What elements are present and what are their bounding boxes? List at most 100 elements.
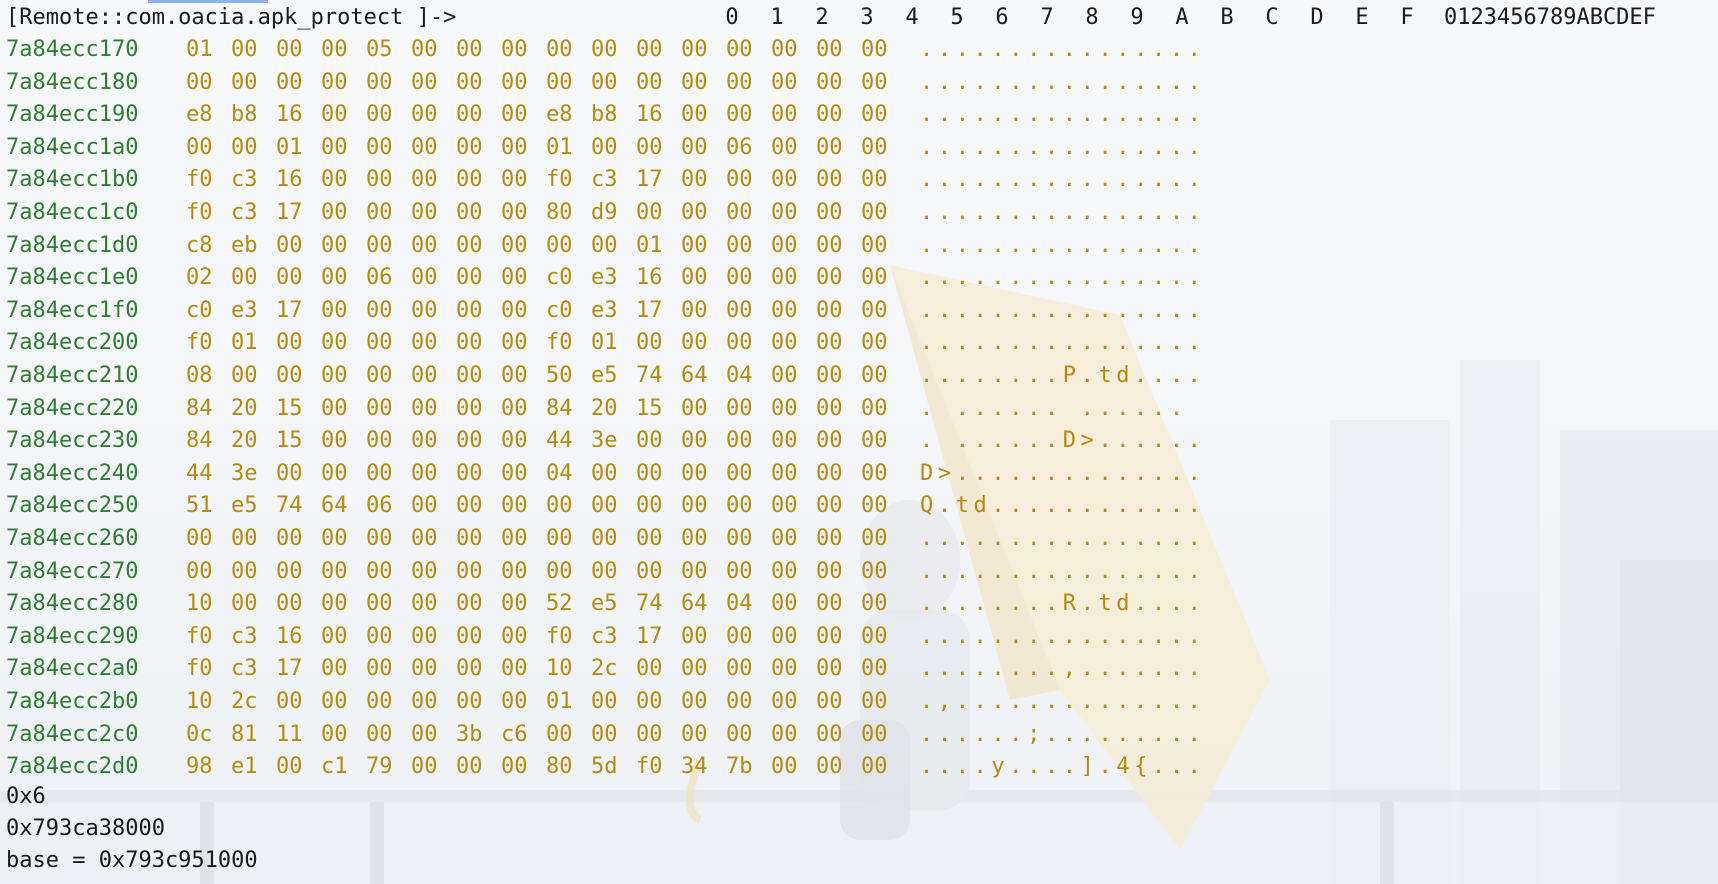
hex-byte: 00: [681, 330, 708, 355]
hex-byte: 00: [771, 265, 798, 290]
row-address: 7a84ecc1e0: [6, 265, 139, 290]
hex-byte: 00: [276, 559, 303, 584]
hex-byte: 00: [501, 70, 528, 95]
row-ascii: ................: [920, 167, 1206, 192]
hex-byte: 15: [636, 396, 663, 421]
column-header-b: B: [1220, 5, 1234, 30]
hex-byte: 10: [186, 591, 213, 616]
hex-byte: f0: [186, 330, 213, 355]
hex-byte: 00: [771, 428, 798, 453]
row-ascii: ................: [920, 526, 1206, 551]
hex-byte: 01: [546, 689, 573, 714]
hex-byte: 00: [681, 233, 708, 258]
hex-byte: eb: [231, 233, 258, 258]
hex-byte: 00: [726, 493, 753, 518]
hex-byte: 00: [681, 428, 708, 453]
hex-byte: e5: [591, 363, 618, 388]
hex-byte: 00: [456, 102, 483, 127]
hex-byte: 00: [861, 233, 888, 258]
hex-byte: 00: [411, 428, 438, 453]
hex-byte: 00: [771, 559, 798, 584]
hex-byte: 00: [501, 526, 528, 551]
hex-byte: 00: [501, 689, 528, 714]
hex-byte: c6: [501, 722, 528, 747]
hex-byte: d9: [591, 200, 618, 225]
hex-byte: c8: [186, 233, 213, 258]
row-address: 7a84ecc1d0: [6, 233, 139, 258]
hex-byte: 00: [366, 135, 393, 160]
hex-byte: e8: [186, 102, 213, 127]
hex-byte: 00: [681, 559, 708, 584]
hex-byte: 00: [861, 330, 888, 355]
column-header-8: 8: [1085, 5, 1099, 30]
hex-byte: 00: [411, 722, 438, 747]
hex-byte: 00: [861, 102, 888, 127]
hex-byte: 00: [546, 493, 573, 518]
column-header-9: 9: [1130, 5, 1144, 30]
hex-byte: 06: [726, 135, 753, 160]
hex-byte: 00: [456, 754, 483, 779]
hex-byte: 00: [636, 37, 663, 62]
hex-byte: 00: [321, 461, 348, 486]
hex-byte: c3: [231, 167, 258, 192]
hex-byte: 00: [366, 233, 393, 258]
row-ascii: ....y....].4{...: [920, 754, 1206, 779]
hex-byte: 74: [636, 591, 663, 616]
hex-byte: 00: [816, 526, 843, 551]
column-header-0: 0: [725, 5, 739, 30]
hex-byte: 3e: [231, 461, 258, 486]
hex-byte: 00: [231, 559, 258, 584]
hex-byte: 17: [276, 298, 303, 323]
column-header-7: 7: [1040, 5, 1054, 30]
hex-byte: c0: [546, 298, 573, 323]
hex-byte: f0: [186, 167, 213, 192]
hex-byte: 00: [501, 102, 528, 127]
hex-byte: 00: [276, 233, 303, 258]
hex-byte: 00: [321, 689, 348, 714]
hex-byte: 00: [501, 624, 528, 649]
hex-byte: 00: [321, 37, 348, 62]
hex-byte: 00: [546, 233, 573, 258]
row-address: 7a84ecc2c0: [6, 722, 139, 747]
hex-byte: 00: [861, 526, 888, 551]
hex-byte: 00: [546, 559, 573, 584]
row-address: 7a84ecc180: [6, 70, 139, 95]
hex-byte: 64: [681, 363, 708, 388]
hex-byte: 00: [456, 233, 483, 258]
hex-byte: 98: [186, 754, 213, 779]
hex-byte: 05: [366, 37, 393, 62]
hex-byte: 00: [231, 70, 258, 95]
hex-byte: 00: [681, 396, 708, 421]
hex-byte: 00: [636, 461, 663, 486]
hex-byte: 00: [501, 461, 528, 486]
hex-byte: 00: [591, 70, 618, 95]
row-ascii: ................: [920, 200, 1206, 225]
hex-byte: 00: [681, 200, 708, 225]
hex-byte: 15: [276, 396, 303, 421]
row-ascii: ................: [920, 330, 1206, 355]
hex-byte: e8: [546, 102, 573, 127]
hex-byte: 00: [276, 37, 303, 62]
row-ascii: ................: [920, 559, 1206, 584]
hex-byte: 00: [366, 298, 393, 323]
hex-byte: 00: [366, 722, 393, 747]
hex-byte: 01: [591, 330, 618, 355]
hex-byte: 00: [861, 396, 888, 421]
hex-byte: 00: [816, 722, 843, 747]
hex-byte: 00: [636, 559, 663, 584]
hex-byte: 3e: [591, 428, 618, 453]
hex-byte: 00: [681, 102, 708, 127]
hex-byte: 00: [501, 493, 528, 518]
terminal-window[interactable]: [Remote::com.oacia.apk_protect ]-> 0 1 2…: [0, 0, 1718, 884]
hex-byte: 00: [636, 689, 663, 714]
ascii-column-header: 0123456789ABCDEF: [1444, 5, 1656, 30]
hex-byte: 00: [861, 167, 888, 192]
hex-byte: 00: [411, 135, 438, 160]
hex-byte: 00: [771, 526, 798, 551]
hex-byte: 00: [816, 428, 843, 453]
column-header-e: E: [1355, 5, 1369, 30]
hex-byte: 00: [501, 428, 528, 453]
hex-byte: 00: [771, 330, 798, 355]
hex-byte: 00: [276, 591, 303, 616]
hex-byte: 00: [501, 167, 528, 192]
